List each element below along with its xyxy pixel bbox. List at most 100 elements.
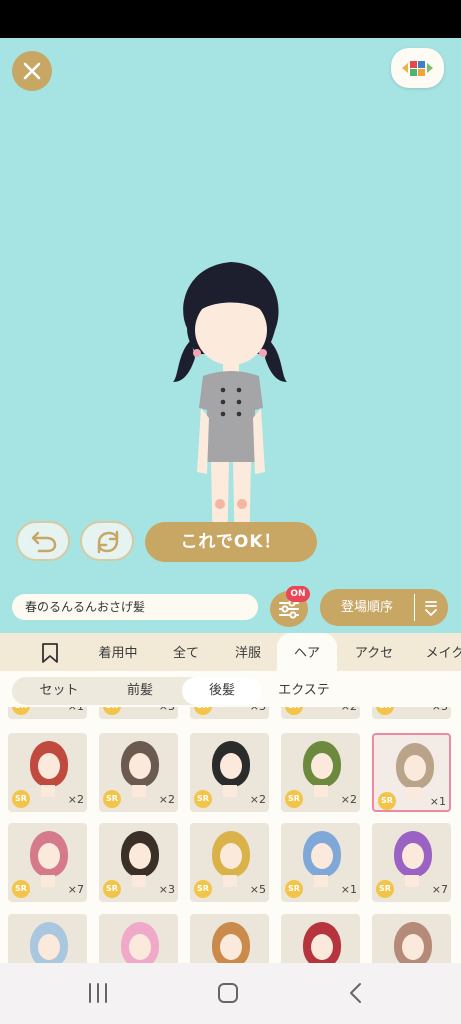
face-preview (129, 843, 151, 869)
face-preview (402, 843, 424, 869)
tab-wearing[interactable]: 着用中 (84, 633, 152, 671)
subtab-extensions[interactable]: エクステ (266, 677, 342, 705)
rarity-badge: SR (103, 790, 121, 808)
face-preview (404, 755, 426, 781)
tab-hair[interactable]: ヘア (277, 633, 337, 671)
hair-item-tile[interactable]: SR ×2 (8, 733, 87, 812)
hair-item-tile[interactable]: SR ×7 (8, 823, 87, 902)
face-preview (220, 934, 242, 960)
tab-clothes[interactable]: 洋服 (220, 633, 276, 671)
item-quantity: ×2 (249, 793, 266, 806)
mannequin-stand (132, 785, 146, 797)
hair-item-tile[interactable]: SR ×2 (281, 707, 360, 719)
face-preview (311, 843, 333, 869)
hair-item-tile[interactable]: SR ×3 (190, 707, 269, 719)
close-button[interactable] (12, 51, 52, 91)
mannequin-stand (41, 785, 55, 797)
hair-item-tile[interactable] (99, 914, 178, 963)
face-preview (38, 753, 60, 779)
system-nav-bar (0, 963, 461, 1024)
item-quantity: ×3 (250, 707, 266, 713)
face-preview (129, 753, 151, 779)
face-preview (220, 843, 242, 869)
avatar-stage: これでOK！ (0, 38, 461, 583)
item-quantity: ×3 (159, 707, 175, 713)
back-icon[interactable] (346, 981, 366, 1005)
face-preview (129, 934, 151, 960)
sort-order-label: 登場順序 (340, 600, 393, 615)
hair-item-tile[interactable] (8, 914, 87, 963)
item-info-bar: 春のるんるんおさげ髪 ON 登場順序 (0, 583, 461, 633)
rarity-badge: SR (285, 790, 303, 808)
mannequin-stand (405, 875, 419, 887)
hair-item-tile[interactable]: SR ×2 (99, 733, 178, 812)
hair-item-tile[interactable]: SR ×2 (281, 733, 360, 812)
rarity-badge: SR (285, 880, 303, 898)
rarity-badge: SR (194, 707, 212, 715)
rarity-badge: SR (194, 790, 212, 808)
sort-divider (414, 594, 415, 621)
mannequin-stand (223, 875, 237, 887)
color-palette-icon (402, 61, 433, 76)
mannequin-stand (132, 875, 146, 887)
subtab-back-hair[interactable]: 後髪 (182, 677, 262, 705)
rarity-badge: SR (12, 707, 30, 715)
hair-subtabs: セット 前髪 後髪 エクステ (0, 671, 461, 707)
hair-item-tile[interactable] (372, 914, 451, 963)
rotate-button[interactable] (80, 521, 134, 561)
face-preview (311, 753, 333, 779)
confirm-ok-button[interactable]: これでOK！ (145, 522, 317, 562)
subtab-set[interactable]: セット (20, 677, 98, 705)
item-quantity: ×1 (68, 707, 84, 713)
hair-item-tile[interactable] (281, 914, 360, 963)
rarity-badge: SR (12, 880, 30, 898)
item-quantity: ×2 (67, 793, 84, 806)
rotate-icon (97, 530, 119, 554)
face-preview (220, 753, 242, 779)
status-bar (0, 0, 461, 38)
rarity-badge: SR (103, 880, 121, 898)
item-grid: SR ×1 SR ×3 SR ×3 SR ×2 SR ×3 SR ×2 SR ×2 SR ×2 SR ×2 SR ×1… (0, 707, 461, 963)
hair-item-tile[interactable]: SR ×7 (372, 823, 451, 902)
item-quantity: ×2 (341, 707, 357, 713)
sliders-icon (279, 599, 299, 619)
rarity-badge: SR (194, 880, 212, 898)
hair-item-tile[interactable]: SR ×5 (190, 823, 269, 902)
face-preview (402, 934, 424, 960)
home-icon[interactable] (216, 981, 240, 1005)
item-quantity: ×7 (67, 883, 84, 896)
sort-order-button[interactable]: 登場順序 (320, 589, 448, 626)
close-icon (23, 62, 41, 80)
hair-item-tile[interactable]: SR ×3 (372, 707, 451, 719)
hair-item-tile[interactable]: SR ×1 (8, 707, 87, 719)
hair-item-tile[interactable] (190, 914, 269, 963)
tab-accessories[interactable]: アクセ (343, 633, 405, 671)
item-quantity: ×5 (249, 883, 266, 896)
face-preview (311, 934, 333, 960)
tab-makeup[interactable]: メイク (414, 633, 461, 671)
hair-item-tile[interactable]: SR ×3 (99, 823, 178, 902)
subtab-front-hair[interactable]: 前髪 (100, 677, 180, 705)
bookmark-icon[interactable] (40, 642, 60, 664)
hair-item-tile[interactable]: SR ×1 (372, 733, 451, 812)
hair-item-tile[interactable]: SR ×2 (190, 733, 269, 812)
mannequin-stand (314, 875, 328, 887)
item-quantity: ×1 (340, 883, 357, 896)
hair-item-tile[interactable]: SR ×3 (99, 707, 178, 719)
tab-all[interactable]: 全て (158, 633, 214, 671)
filter-on-badge: ON (286, 586, 310, 602)
rarity-badge: SR (376, 707, 394, 715)
color-palette-button[interactable] (391, 48, 444, 88)
hair-item-tile[interactable]: SR ×1 (281, 823, 360, 902)
rarity-badge: SR (378, 792, 396, 810)
item-quantity: ×7 (431, 883, 448, 896)
item-quantity: ×3 (158, 883, 175, 896)
undo-button[interactable] (16, 521, 70, 561)
item-quantity: ×1 (429, 795, 446, 808)
category-tabs: 着用中 全て 洋服 ヘア アクセ メイク (0, 633, 461, 671)
recent-apps-icon[interactable] (87, 981, 109, 1005)
undo-icon (31, 531, 57, 553)
face-preview (38, 843, 60, 869)
mannequin-stand (41, 875, 55, 887)
sort-direction-icon[interactable] (423, 599, 439, 617)
